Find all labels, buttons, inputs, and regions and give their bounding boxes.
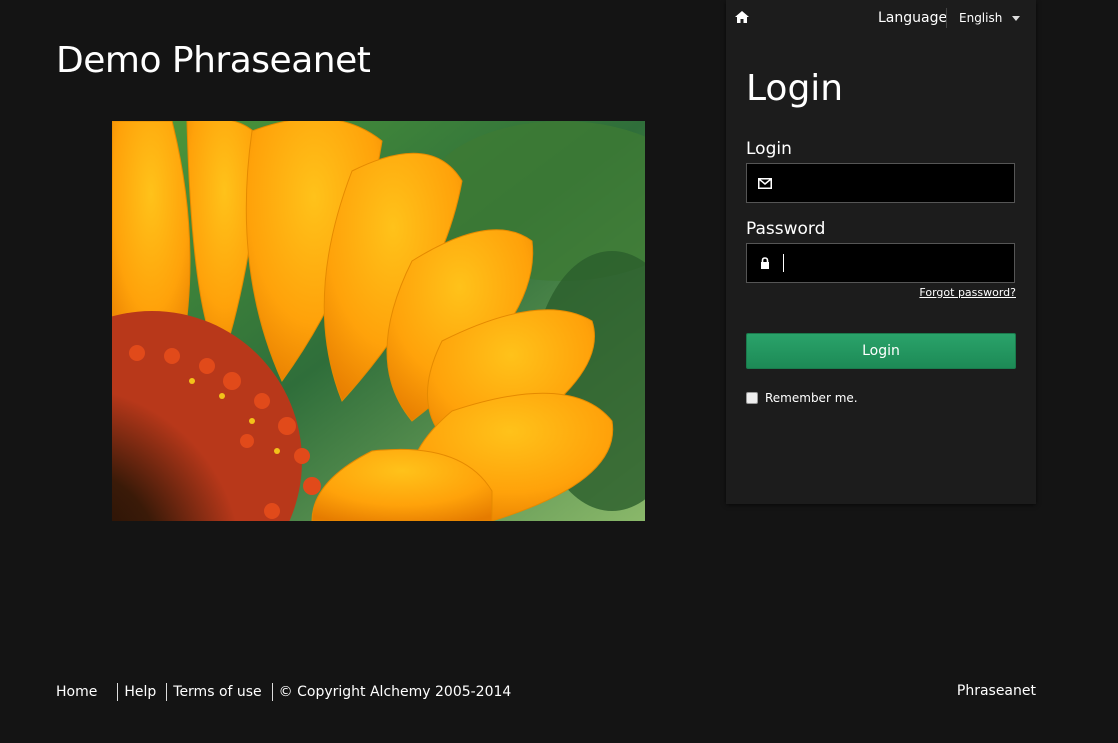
lock-icon (747, 257, 783, 269)
language-selected-value: English (959, 11, 1003, 25)
topbar: Language English (726, 0, 1036, 37)
footer-link-help[interactable]: Help (124, 684, 156, 700)
password-input[interactable] (783, 244, 1014, 282)
footer-divider (166, 683, 168, 701)
footer-link-home[interactable]: Home (56, 684, 97, 700)
login-panel: Language English Login Login Password Fo… (726, 0, 1036, 504)
sunflower-illustration (112, 121, 645, 521)
remember-me-label: Remember me. (765, 391, 858, 405)
footer-links: Home Help Terms of use © Copyright Alche… (56, 683, 511, 701)
hero-image (112, 121, 645, 521)
home-icon[interactable] (735, 11, 749, 23)
footer-divider (117, 683, 119, 701)
login-button[interactable]: Login (746, 333, 1016, 369)
text-cursor (783, 254, 784, 272)
footer-link-terms[interactable]: Terms of use (173, 684, 261, 700)
login-heading: Login (746, 68, 844, 109)
login-input[interactable] (783, 164, 1014, 202)
envelope-icon (747, 177, 783, 189)
remember-me-checkbox[interactable] (746, 392, 758, 404)
language-divider (946, 8, 947, 28)
footer-copyright: © Copyright Alchemy 2005-2014 (278, 684, 512, 700)
password-field-label: Password (746, 219, 826, 239)
language-label: Language (878, 10, 948, 26)
login-field-label: Login (746, 139, 792, 159)
chevron-down-icon (1012, 15, 1021, 21)
remember-me[interactable]: Remember me. (746, 391, 858, 405)
language-select[interactable]: English (959, 11, 1021, 25)
app-title: Demo Phraseanet (56, 40, 371, 81)
footer-brand: Phraseanet (956, 683, 1036, 699)
password-field[interactable] (746, 243, 1015, 283)
footer-divider (271, 683, 273, 701)
forgot-password-link[interactable]: Forgot password? (919, 286, 1016, 299)
login-page: Demo Phraseanet Language English Login L… (0, 0, 1118, 743)
login-field[interactable] (746, 163, 1015, 203)
